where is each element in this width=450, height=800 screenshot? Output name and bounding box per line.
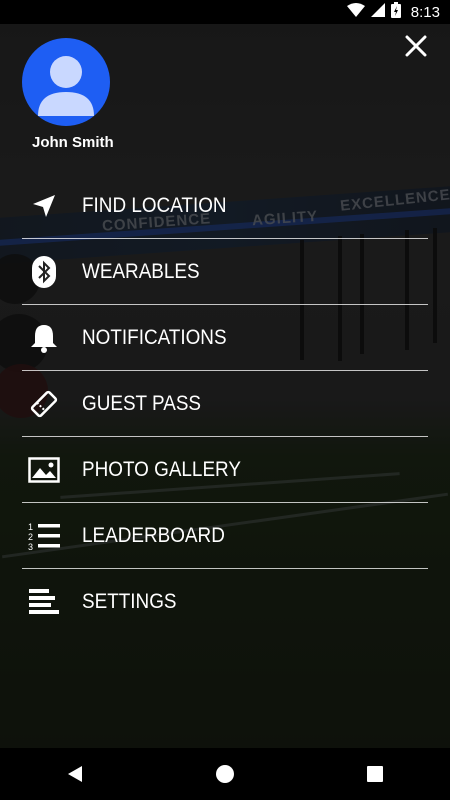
recents-icon bbox=[367, 766, 383, 782]
system-nav-bar bbox=[0, 748, 450, 800]
ticket-icon bbox=[22, 382, 66, 426]
user-name: John Smith bbox=[32, 134, 114, 151]
svg-text:1: 1 bbox=[28, 522, 33, 532]
menu-item-label: NOTIFICATIONS bbox=[82, 325, 227, 349]
menu-item-label: WEARABLES bbox=[82, 259, 200, 283]
menu-item-label: LEADERBOARD bbox=[82, 523, 225, 547]
menu-item-settings[interactable]: SETTINGS bbox=[22, 569, 428, 634]
menu-item-label: FIND LOCATION bbox=[82, 193, 227, 217]
location-arrow-icon bbox=[22, 184, 66, 228]
home-button[interactable] bbox=[195, 754, 255, 794]
menu-item-wearables[interactable]: WEARABLES bbox=[22, 239, 428, 305]
menu-item-find-location[interactable]: FIND LOCATION bbox=[22, 173, 428, 239]
menu-item-guest-pass[interactable]: GUEST PASS bbox=[22, 371, 428, 437]
battery-charging-icon bbox=[390, 2, 401, 22]
bluetooth-icon bbox=[22, 250, 66, 294]
menu-item-label: PHOTO GALLERY bbox=[82, 457, 241, 481]
avatar[interactable] bbox=[22, 38, 110, 126]
back-icon bbox=[68, 766, 82, 782]
svg-text:3: 3 bbox=[28, 542, 33, 551]
status-time: 8:13 bbox=[410, 3, 440, 21]
menu-item-photo-gallery[interactable]: PHOTO GALLERY bbox=[22, 437, 428, 503]
user-avatar-icon bbox=[38, 56, 94, 116]
signal-icon bbox=[370, 3, 385, 21]
home-icon bbox=[216, 765, 234, 783]
recents-button[interactable] bbox=[345, 754, 405, 794]
menu-item-leaderboard[interactable]: 1 2 3 LEADERBOARD bbox=[22, 503, 428, 569]
menu-item-label: SETTINGS bbox=[82, 589, 177, 613]
close-icon bbox=[405, 35, 427, 57]
back-button[interactable] bbox=[45, 754, 105, 794]
bell-icon bbox=[22, 316, 66, 360]
numbered-list-icon: 1 2 3 bbox=[22, 514, 66, 558]
menu-item-notifications[interactable]: NOTIFICATIONS bbox=[22, 305, 428, 371]
status-bar: 8:13 bbox=[0, 0, 450, 24]
settings-lines-icon bbox=[22, 580, 66, 624]
wifi-icon bbox=[346, 3, 365, 21]
close-button[interactable] bbox=[400, 30, 432, 62]
svg-text:2: 2 bbox=[28, 532, 33, 542]
nav-menu: FIND LOCATION WEARABLES NOTIFICATIONS GU… bbox=[22, 173, 428, 634]
image-icon bbox=[22, 448, 66, 492]
menu-item-label: GUEST PASS bbox=[82, 391, 202, 415]
